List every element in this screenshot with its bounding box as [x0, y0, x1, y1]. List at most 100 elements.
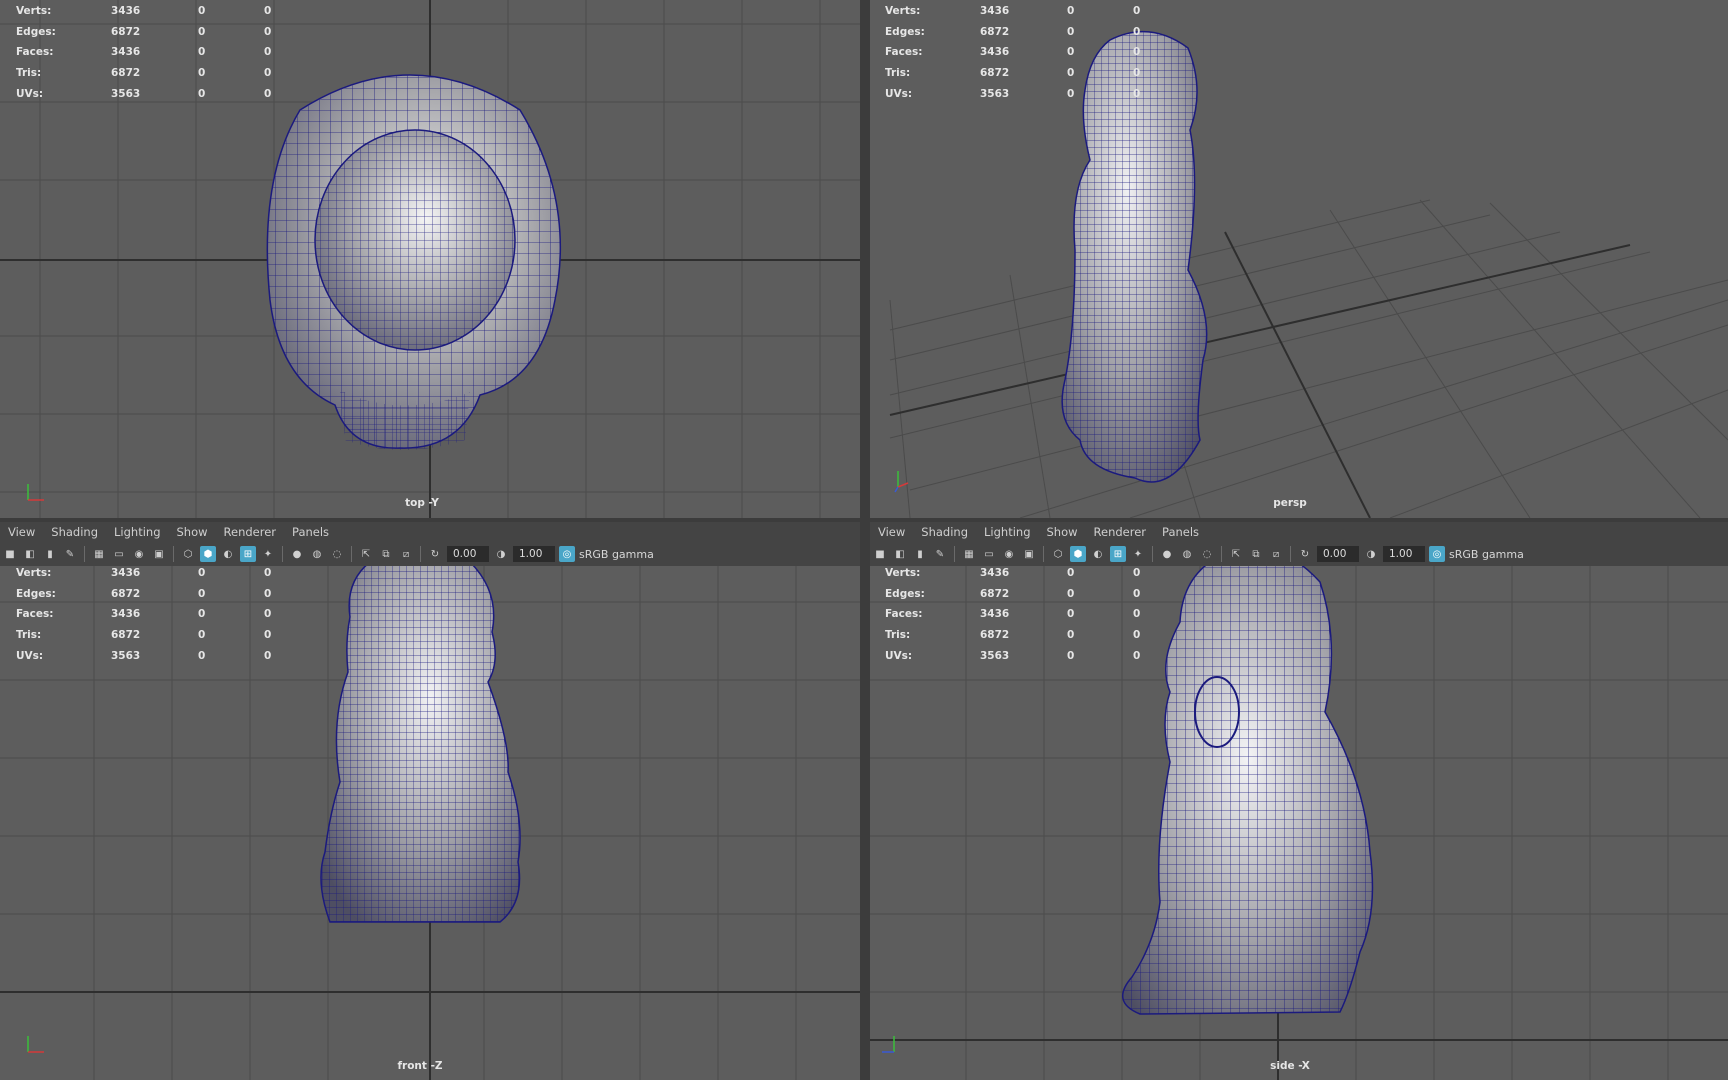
stat-label: Edges: — [16, 25, 56, 38]
isolate-icon[interactable]: ⧉ — [1248, 546, 1264, 562]
film-gate-icon[interactable]: ▭ — [981, 546, 997, 562]
safe-area-icon[interactable]: ▣ — [151, 546, 167, 562]
stat-value: 3436 — [111, 608, 141, 621]
stat-label: UVs: — [885, 649, 913, 662]
shadows-icon[interactable]: ● — [1159, 546, 1175, 562]
camera-icon[interactable]: ■ — [872, 546, 888, 562]
menu-panels[interactable]: Panels — [292, 525, 329, 539]
stat-value: 0 — [1133, 567, 1141, 579]
pencil-icon[interactable]: ✎ — [932, 546, 948, 562]
stat-value: 0 — [264, 67, 272, 80]
ao-icon[interactable]: ◍ — [309, 546, 325, 562]
safe-area-icon[interactable]: ▣ — [1021, 546, 1037, 562]
stat-value: 6872 — [980, 587, 1010, 600]
gamma-field[interactable]: 1.00 — [513, 546, 555, 562]
stat-value: 3436 — [111, 5, 141, 17]
stat-value: 0 — [264, 567, 272, 579]
stat-value: 0 — [1067, 25, 1075, 38]
select-icon[interactable]: ⇱ — [358, 546, 374, 562]
camera-icon[interactable]: ■ — [2, 546, 18, 562]
menu-lighting[interactable]: Lighting — [114, 525, 160, 539]
menu-view[interactable]: View — [8, 525, 35, 539]
viewport-front[interactable]: View Shading Lighting Show Renderer Pane… — [0, 522, 860, 1080]
stat-value: 0 — [1067, 649, 1075, 662]
stat-label: UVs: — [885, 87, 913, 100]
camera-attr-icon[interactable]: ◧ — [892, 546, 908, 562]
exposure-field[interactable]: 0.00 — [447, 546, 489, 562]
light-icon[interactable]: ✦ — [1130, 546, 1146, 562]
gamma-icon[interactable]: ◑ — [493, 546, 509, 562]
camera-attr-icon[interactable]: ◧ — [22, 546, 38, 562]
stat-label: Tris: — [16, 629, 42, 642]
stat-value: 6872 — [111, 629, 141, 642]
gamma-icon[interactable]: ◑ — [1363, 546, 1379, 562]
axis-gizmo-icon — [27, 1036, 44, 1053]
exposure-icon[interactable]: ↻ — [427, 546, 443, 562]
bookmark-icon[interactable]: ▮ — [42, 546, 58, 562]
gamma-field[interactable]: 1.00 — [1383, 546, 1425, 562]
stat-value: 3563 — [980, 649, 1010, 662]
menu-panels[interactable]: Panels — [1162, 525, 1199, 539]
xray-icon[interactable]: ⧄ — [1268, 546, 1284, 562]
pencil-icon[interactable]: ✎ — [62, 546, 78, 562]
select-icon[interactable]: ⇱ — [1228, 546, 1244, 562]
poly-count-hud: Verts: 3436 0 0 Edges: 6872 0 0 Faces: 3436 0 0 T… — [16, 563, 294, 667]
stat-label: Edges: — [16, 587, 56, 600]
stat-label: Tris: — [16, 67, 42, 80]
menu-renderer[interactable]: Renderer — [1094, 525, 1147, 539]
stat-value: 0 — [264, 25, 272, 38]
viewport-persp[interactable]: Verts: 3436 0 0 Edges: 6872 0 0 Faces: 3436 0 0 T… — [870, 0, 1728, 518]
menu-show[interactable]: Show — [1047, 525, 1078, 539]
menu-show[interactable]: Show — [177, 525, 208, 539]
grid-icon[interactable]: ▦ — [91, 546, 107, 562]
menu-renderer[interactable]: Renderer — [224, 525, 277, 539]
viewport-top[interactable]: Verts: 3436 0 0 Edges: 6872 0 0 Faces: 3436 0 0 T… — [0, 0, 860, 518]
smooth-shade-icon[interactable]: ⬢ — [1070, 546, 1086, 562]
menu-view[interactable]: View — [878, 525, 905, 539]
stat-value: 3436 — [980, 567, 1010, 579]
wireframe-on-shaded-icon[interactable]: ⊞ — [240, 546, 256, 562]
exposure-icon[interactable]: ↻ — [1297, 546, 1313, 562]
wireframe-icon[interactable]: ⬡ — [180, 546, 196, 562]
light-icon[interactable]: ✦ — [260, 546, 276, 562]
stat-value: 0 — [198, 629, 206, 642]
toolbar-separator — [282, 546, 283, 562]
ao-icon[interactable]: ◍ — [1179, 546, 1195, 562]
motion-blur-icon[interactable]: ◌ — [329, 546, 345, 562]
textured-icon[interactable]: ◐ — [1090, 546, 1106, 562]
color-space-select[interactable]: sRGB gamma — [1449, 548, 1524, 561]
stat-label: Verts: — [16, 5, 52, 17]
toolbar-separator — [1290, 546, 1291, 562]
color-management-icon[interactable]: ◎ — [1429, 546, 1445, 562]
smooth-shade-icon[interactable]: ⬢ — [200, 546, 216, 562]
isolate-icon[interactable]: ⧉ — [378, 546, 394, 562]
resolution-gate-icon[interactable]: ◉ — [1001, 546, 1017, 562]
shadows-icon[interactable]: ● — [289, 546, 305, 562]
stat-value: 0 — [1067, 5, 1075, 17]
wireframe-icon[interactable]: ⬡ — [1050, 546, 1066, 562]
camera-label: persp — [1273, 497, 1307, 509]
wireframe-on-shaded-icon[interactable]: ⊞ — [1110, 546, 1126, 562]
stat-value: 0 — [198, 67, 206, 80]
bookmark-icon[interactable]: ▮ — [912, 546, 928, 562]
exposure-field[interactable]: 0.00 — [1317, 546, 1359, 562]
poly-count-hud: Verts: 3436 0 0 Edges: 6872 0 0 Faces: 3436 0 0 T… — [885, 563, 1163, 667]
stat-value: 0 — [1133, 587, 1141, 600]
stat-label: Edges: — [885, 587, 925, 600]
color-management-icon[interactable]: ◎ — [559, 546, 575, 562]
menu-lighting[interactable]: Lighting — [984, 525, 1030, 539]
textured-icon[interactable]: ◐ — [220, 546, 236, 562]
motion-blur-icon[interactable]: ◌ — [1199, 546, 1215, 562]
stat-value: 0 — [198, 567, 206, 579]
viewport-side[interactable]: View Shading Lighting Show Renderer Pane… — [870, 522, 1728, 1080]
color-space-select[interactable]: sRGB gamma — [579, 548, 654, 561]
menu-shading[interactable]: Shading — [921, 525, 968, 539]
stat-value: 6872 — [980, 25, 1010, 38]
film-gate-icon[interactable]: ▭ — [111, 546, 127, 562]
xray-icon[interactable]: ⧄ — [398, 546, 414, 562]
resolution-gate-icon[interactable]: ◉ — [131, 546, 147, 562]
menu-shading[interactable]: Shading — [51, 525, 98, 539]
stat-label: Faces: — [885, 608, 923, 621]
toolbar-separator — [954, 546, 955, 562]
grid-icon[interactable]: ▦ — [961, 546, 977, 562]
